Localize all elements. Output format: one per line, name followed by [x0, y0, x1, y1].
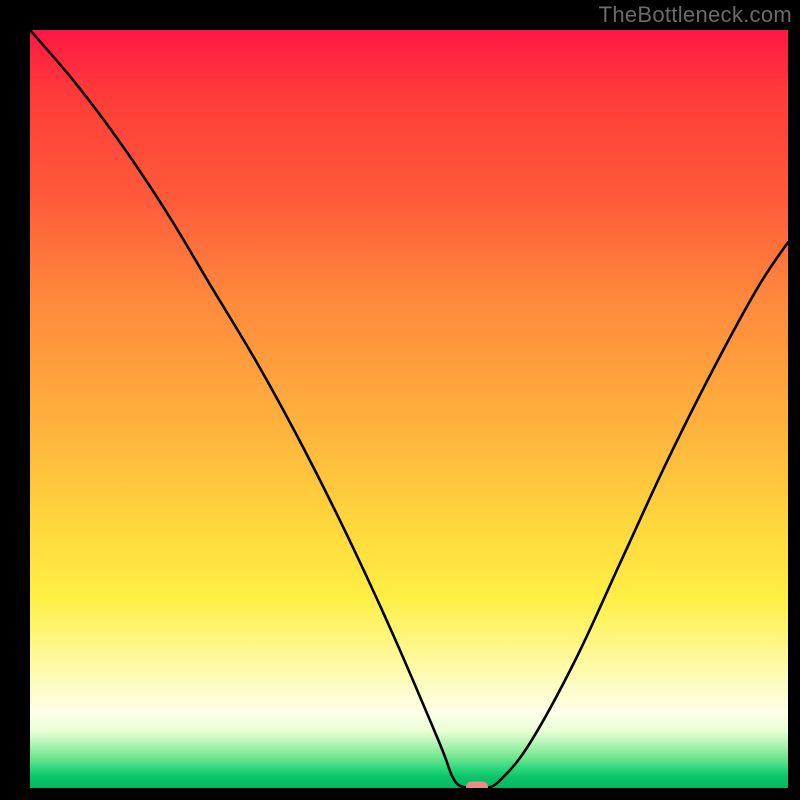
plot-area: [30, 30, 788, 788]
watermark-text: TheBottleneck.com: [599, 2, 792, 28]
chart-stage: TheBottleneck.com: [0, 0, 800, 800]
minimum-marker: [466, 782, 488, 789]
bottleneck-curve: [30, 30, 788, 788]
curve-path: [30, 30, 788, 788]
